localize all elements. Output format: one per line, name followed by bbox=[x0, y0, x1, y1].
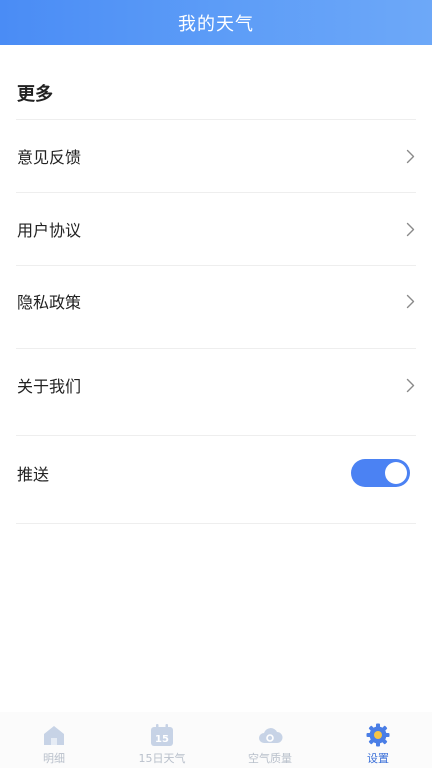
page-title: 我的天气 bbox=[178, 13, 254, 35]
header-bar: 我的天气 bbox=[0, 0, 432, 45]
nav-item-15day[interactable]: 15 15日天气 bbox=[108, 712, 216, 768]
calendar-15-icon: 15 bbox=[151, 724, 173, 746]
nav-item-detail[interactable]: 明细 bbox=[0, 712, 108, 768]
privacy-policy-row[interactable]: 隐私政策 bbox=[0, 283, 432, 319]
nav-item-settings[interactable]: 设置 bbox=[324, 712, 432, 768]
nav-label: 明细 bbox=[43, 752, 65, 765]
chevron-right-icon bbox=[404, 221, 416, 237]
feedback-row[interactable]: 意见反馈 bbox=[0, 138, 432, 174]
section-title: 更多 bbox=[17, 84, 53, 105]
app-screen: 我的天气 更多 意见反馈 用户协议 隐私政策 关于我们 推送 明细 15 15日… bbox=[0, 0, 432, 768]
user-agreement-label: 用户协议 bbox=[17, 221, 82, 240]
about-us-label: 关于我们 bbox=[17, 377, 82, 396]
chevron-right-icon bbox=[404, 148, 416, 164]
push-toggle[interactable] bbox=[351, 459, 410, 487]
nav-label: 设置 bbox=[367, 752, 389, 765]
chevron-right-icon bbox=[404, 377, 416, 393]
nav-label: 空气质量 bbox=[248, 752, 292, 765]
nav-item-air-quality[interactable]: 空气质量 bbox=[216, 712, 324, 768]
push-label: 推送 bbox=[17, 465, 50, 484]
divider bbox=[16, 523, 416, 524]
svg-text:15: 15 bbox=[155, 734, 169, 745]
user-agreement-row[interactable]: 用户协议 bbox=[0, 211, 432, 247]
privacy-policy-label: 隐私政策 bbox=[17, 293, 82, 312]
chevron-right-icon bbox=[404, 293, 416, 309]
gear-icon bbox=[366, 723, 390, 747]
divider bbox=[16, 119, 416, 120]
divider bbox=[16, 192, 416, 193]
nav-label: 15日天气 bbox=[138, 752, 186, 765]
cloud-air-icon bbox=[259, 728, 283, 743]
feedback-label: 意见反馈 bbox=[17, 148, 82, 167]
home-icon bbox=[44, 726, 64, 745]
divider bbox=[16, 348, 416, 349]
divider bbox=[16, 435, 416, 436]
about-us-row[interactable]: 关于我们 bbox=[0, 367, 432, 403]
push-row: 推送 bbox=[0, 455, 432, 491]
toggle-knob bbox=[385, 462, 407, 484]
divider bbox=[16, 265, 416, 266]
bottom-nav: 明细 15 15日天气 空气质量 设置 bbox=[0, 712, 432, 768]
